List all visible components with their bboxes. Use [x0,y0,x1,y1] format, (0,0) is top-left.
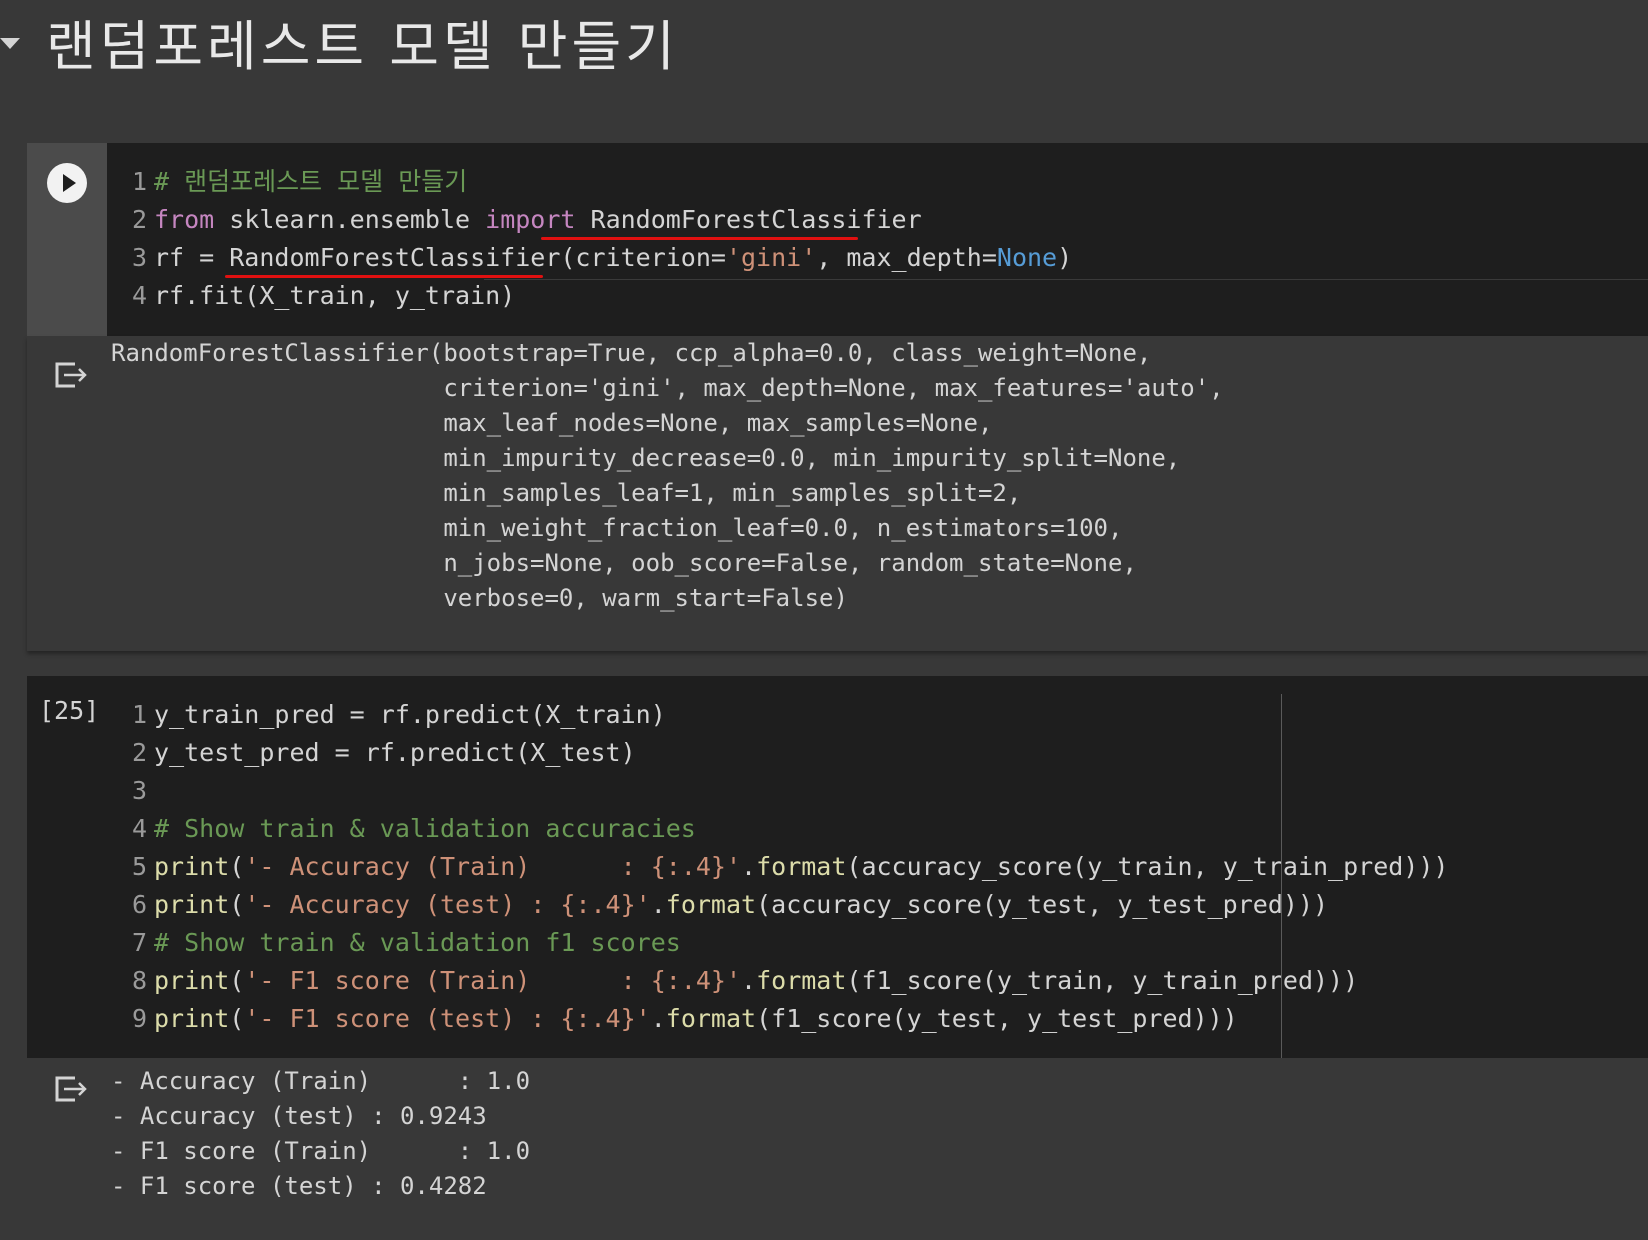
red-underline-annotation [541,237,858,240]
line-number: 2 [131,205,147,234]
code-text: # 랜덤포레스트 모델 만들기 [154,167,468,196]
line-number: 4 [131,281,147,310]
line-number: 7 [131,928,147,957]
red-underline-annotation [225,275,543,278]
line-number: 2 [131,738,147,767]
code-text: # Show train & validation f1 scores [154,928,681,957]
line-number: 3 [131,243,147,272]
active-line-indicator [484,279,1648,280]
output-icon[interactable] [53,358,87,392]
cell-output-1: RandomForestClassifier(bootstrap=True, c… [27,336,1648,651]
section-title: 랜덤포레스트 모델 만들기 [46,15,679,78]
code-text: # Show train & validation accuracies [154,814,696,843]
code-cell-2[interactable]: [25] 1 y_train_pred = rf.predict(X_train)… [27,676,1648,1058]
section-header[interactable]: 랜덤포레스트 모델 만들기 [0,0,1648,120]
output-text: - Accuracy (Train) : 1.0 - Accuracy (tes… [111,1067,531,1200]
run-cell-button[interactable] [47,163,87,203]
line-number: 4 [131,814,147,843]
code-text: print('- Accuracy (Train) : {:.4}'.forma… [154,852,1449,881]
line-number: 9 [131,1004,147,1033]
line-number: 6 [131,890,147,919]
code-text: print('- F1 score (test) : {:.4}'.format… [154,1004,1238,1033]
line-number: 1 [131,167,147,196]
ruler-line [1281,694,1282,1058]
code-text: y_train_pred = rf.predict(X_train) [154,700,666,729]
code-text: rf.fit(X_train, y_train) [154,281,516,310]
line-number: 1 [131,700,147,729]
cell-gutter [27,143,107,336]
output-text: RandomForestClassifier(bootstrap=True, c… [111,339,1224,612]
code-text: from sklearn.ensemble import RandomFores… [154,205,922,234]
line-number: 3 [131,776,147,805]
output-icon[interactable] [53,1072,87,1106]
line-number: 5 [131,852,147,881]
cell-output-2: - Accuracy (Train) : 1.0 - Accuracy (tes… [27,1058,1648,1240]
execution-count: [25] [39,696,100,725]
line-number: 8 [131,966,147,995]
code-text: print('- F1 score (Train) : {:.4}'.forma… [154,966,1359,995]
code-text: rf = RandomForestClassifier(criterion='g… [154,243,1073,272]
collapse-caret-icon[interactable] [0,38,20,49]
code-text: print('- Accuracy (test) : {:.4}'.format… [154,890,1329,919]
code-text: y_test_pred = rf.predict(X_test) [154,738,636,767]
